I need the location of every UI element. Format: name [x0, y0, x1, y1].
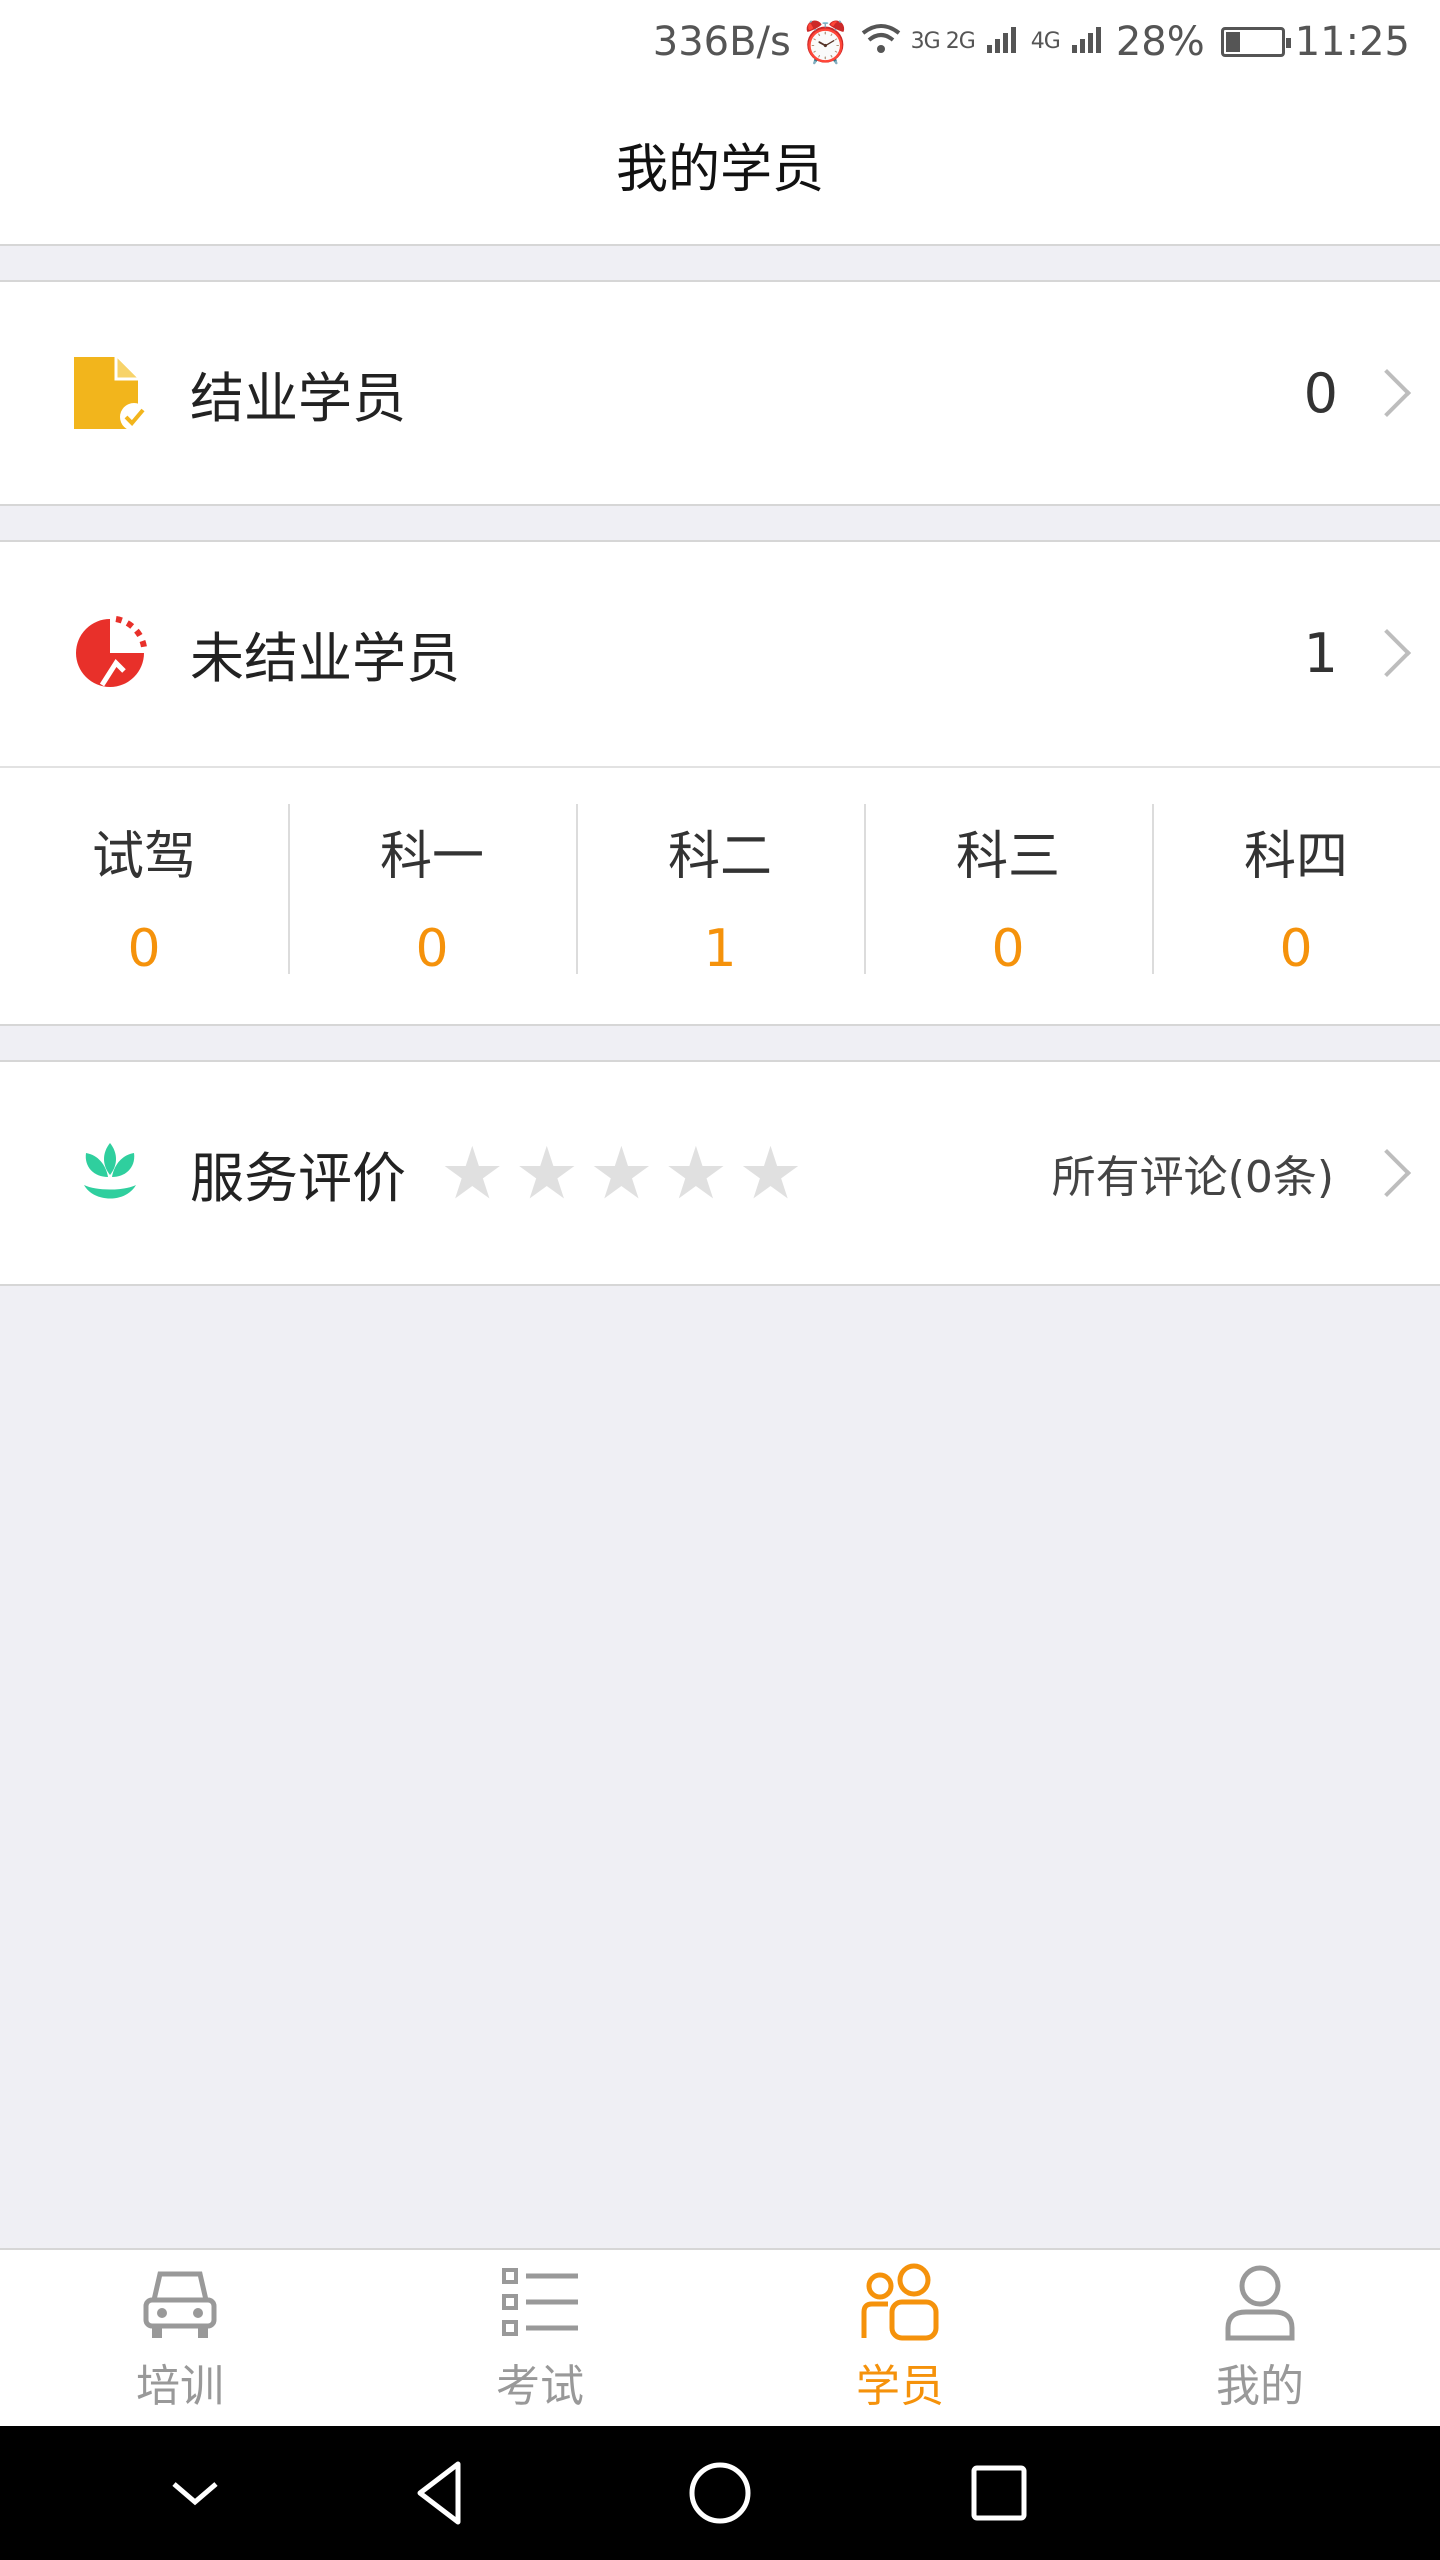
back-icon[interactable]: [404, 2456, 478, 2530]
alarm-icon: ⏰: [800, 19, 851, 66]
service-evaluation-row[interactable]: 服务评价 ★ ★ ★ ★ ★ 所有评论(0条): [0, 1062, 1440, 1284]
signal-bars-icon: [1070, 19, 1106, 65]
graduated-card: 结业学员 0: [0, 280, 1440, 506]
tab-label: 培训: [136, 2361, 224, 2412]
net-speed: 336B/s: [652, 19, 791, 65]
subject-name: 科三: [955, 827, 1060, 887]
recents-icon[interactable]: [962, 2456, 1036, 2530]
status-bar: 336B/s ⏰ 3G 2G 4G 28% 11:25: [0, 0, 1440, 84]
subject-three[interactable]: 科三 0: [864, 768, 1152, 1024]
subject-test-drive[interactable]: 试驾 0: [0, 768, 288, 1024]
battery-percent: 28%: [1115, 19, 1205, 65]
students-icon: [861, 2263, 939, 2341]
page-title: 我的学员: [615, 139, 824, 200]
subject-name: 试驾: [91, 827, 196, 887]
chevron-right-icon: [1362, 368, 1412, 418]
user-icon: [1225, 2265, 1295, 2341]
star-icon: ★: [738, 1131, 803, 1215]
tab-label: 我的: [1216, 2361, 1304, 2412]
chevron-right-icon: [1362, 628, 1412, 678]
all-reviews-link[interactable]: 所有评论(0条): [1052, 1141, 1334, 1205]
tab-mine[interactable]: 我的: [1080, 2250, 1440, 2426]
service-label: 服务评价: [190, 1146, 406, 1210]
ungraduated-label: 未结业学员: [190, 626, 460, 690]
home-icon[interactable]: [683, 2456, 757, 2530]
star-icon: ★: [440, 1131, 505, 1215]
tab-label: 考试: [496, 2361, 584, 2412]
subject-breakdown: 试驾 0 科一 0 科二 1 科三 0 科四 0: [0, 766, 1440, 1024]
wifi-icon: [861, 19, 901, 65]
subject-count: 0: [415, 919, 449, 979]
signal-label-a: 3G 2G: [910, 29, 976, 54]
tab-students[interactable]: 学员: [720, 2250, 1080, 2426]
ungraduated-count: 1: [1303, 621, 1338, 685]
star-icon: ★: [589, 1131, 654, 1215]
tab-bar: 培训 考试 学员 我的: [0, 2248, 1440, 2426]
subject-one[interactable]: 科一 0: [288, 768, 576, 1024]
subject-four[interactable]: 科四 0: [1152, 768, 1440, 1024]
progress-pie-icon: [76, 616, 147, 687]
subject-two[interactable]: 科二 1: [576, 768, 864, 1024]
star-icon: ★: [663, 1131, 729, 1215]
tab-training[interactable]: 培训: [0, 2250, 360, 2426]
tab-label: 学员: [856, 2361, 944, 2412]
rating-stars: ★ ★ ★ ★ ★: [440, 1137, 803, 1209]
subject-count: 0: [1279, 919, 1313, 979]
signal-label-b: 4G: [1030, 29, 1061, 54]
service-card: 服务评价 ★ ★ ★ ★ ★ 所有评论(0条): [0, 1060, 1440, 1286]
signal-bars-icon: [985, 19, 1021, 65]
chevron-down-icon[interactable]: [158, 2456, 232, 2530]
ungraduated-students-row[interactable]: 未结业学员 1: [0, 542, 1440, 764]
subject-count: 0: [127, 919, 161, 979]
subject-name: 科二: [667, 827, 772, 887]
car-icon: [143, 2271, 217, 2338]
subject-name: 科一: [379, 827, 484, 887]
clock: 11:25: [1294, 19, 1410, 65]
list-icon: [502, 2268, 578, 2336]
graduated-students-row[interactable]: 结业学员 0: [0, 282, 1440, 504]
tab-exam[interactable]: 考试: [360, 2250, 720, 2426]
battery-icon: [1220, 27, 1291, 57]
subject-count: 0: [991, 919, 1025, 979]
star-icon: ★: [514, 1131, 580, 1215]
subject-count: 1: [703, 919, 737, 979]
document-check-icon: [74, 357, 148, 431]
graduated-count: 0: [1303, 361, 1338, 425]
chevron-right-icon: [1362, 1148, 1412, 1198]
nav-bar: 我的学员: [0, 84, 1440, 246]
subject-name: 科四: [1243, 827, 1348, 887]
system-nav-bar: [0, 2426, 1440, 2560]
lotus-icon: [84, 1143, 136, 1199]
graduated-label: 结业学员: [190, 366, 406, 430]
